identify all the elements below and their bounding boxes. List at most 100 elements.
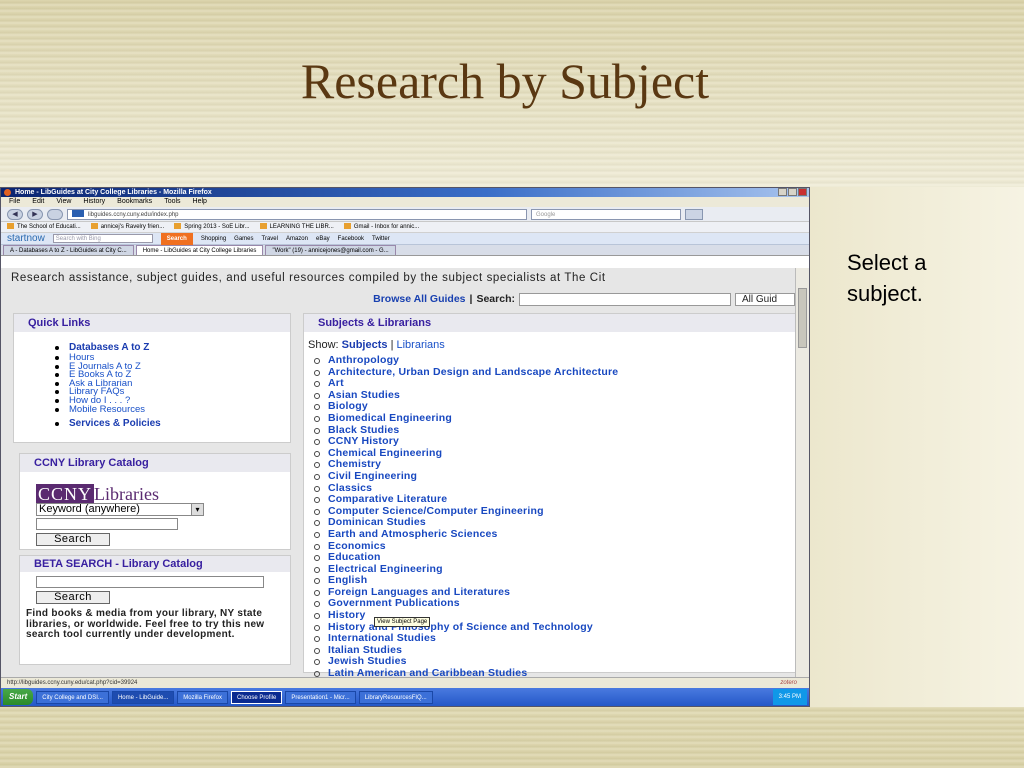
- close-icon[interactable]: [798, 188, 807, 196]
- subject-link[interactable]: Economics: [314, 540, 795, 553]
- search-label: Search:: [476, 293, 515, 305]
- minimize-icon[interactable]: [778, 188, 787, 196]
- beta-search-description: Find books & media from your library, NY…: [26, 608, 265, 640]
- subject-link[interactable]: CCNY History: [314, 436, 795, 448]
- home-icon[interactable]: [685, 208, 703, 220]
- slide-title: Research by Subject: [300, 53, 710, 109]
- taskbar-item[interactable]: Mozilla Firefox: [177, 690, 228, 704]
- catalog-title: CCNY Library Catalog: [20, 454, 290, 472]
- beta-search-box: BETA SEARCH - Library Catalog Search Fin…: [19, 555, 291, 665]
- quick-link-databases[interactable]: Databases A to Z: [55, 342, 290, 354]
- forward-button[interactable]: ▶: [27, 208, 43, 220]
- all-guides-select[interactable]: All Guid: [735, 292, 795, 306]
- catalog-search-button[interactable]: Search: [36, 533, 110, 546]
- beta-search-button[interactable]: Search: [36, 591, 110, 604]
- bookmark-item[interactable]: Gmail - Inbox for annic...: [344, 222, 419, 232]
- tab-databases[interactable]: A - Databases A to Z - LibGuides at City…: [3, 245, 134, 255]
- taskbar-item[interactable]: Choose Profile: [230, 690, 283, 704]
- subject-link[interactable]: Chemical Engineering: [314, 447, 795, 460]
- bookmark-item[interactable]: annicej's Ravelry frien...: [91, 222, 165, 232]
- guide-search-bar: Browse All Guides | Search: All Guid: [1, 290, 795, 308]
- subject-link[interactable]: Earth and Atmospheric Sciences: [314, 528, 795, 541]
- beta-search-input[interactable]: [36, 576, 264, 588]
- subject-link[interactable]: Electrical Engineering: [314, 563, 795, 576]
- page-scrollbar[interactable]: [795, 268, 809, 677]
- tab-bar: A - Databases A to Z - LibGuides at City…: [1, 245, 809, 256]
- startnow-search-input[interactable]: Search with Bing: [52, 234, 153, 243]
- site-favicon: [72, 210, 84, 218]
- startnow-toolbar: startnow Search with Bing Search Shoppin…: [1, 232, 809, 245]
- menu-bookmarks[interactable]: Bookmarks: [117, 197, 152, 207]
- maximize-icon[interactable]: [788, 188, 797, 196]
- menu-bar: File Edit View History Bookmarks Tools H…: [1, 197, 809, 207]
- catalog-search-input[interactable]: [36, 518, 178, 530]
- catalog-search-type-select[interactable]: Keyword (anywhere): [36, 503, 204, 516]
- quick-link-services[interactable]: Services & Policies: [55, 418, 290, 430]
- page-banner: Research assistance, subject guides, and…: [11, 272, 606, 284]
- subject-link[interactable]: Latin American and Caribbean Studies: [314, 667, 795, 677]
- startnow-search-button[interactable]: Search: [160, 232, 193, 245]
- quick-links-title: Quick Links: [14, 314, 290, 332]
- subject-link[interactable]: Asian Studies: [314, 389, 795, 402]
- guide-search-input[interactable]: [519, 292, 731, 306]
- subject-tooltip: View Subject Page: [374, 617, 431, 627]
- quick-links-box: Quick Links Databases A to Z Hours E Jou…: [13, 313, 291, 443]
- window-titlebar: Home - LibGuides at City College Librari…: [1, 188, 809, 197]
- subject-link[interactable]: Architecture, Urban Design and Landscape…: [314, 366, 795, 379]
- bookmark-item[interactable]: LEARNING THE LIBR...: [260, 222, 334, 232]
- scrollbar-thumb[interactable]: [798, 288, 807, 348]
- toolbar-link[interactable]: Shopping: [201, 233, 226, 245]
- taskbar-item[interactable]: LibraryResourcesFIQ...: [358, 690, 433, 704]
- show-filter: Show: Subjects | Librarians: [308, 339, 445, 351]
- toolbar-link[interactable]: eBay: [316, 233, 330, 245]
- browse-all-guides-link[interactable]: Browse All Guides: [373, 293, 465, 305]
- status-bar: http://libguides.ccny.cuny.edu/cat.php?c…: [1, 677, 809, 688]
- menu-tools[interactable]: Tools: [164, 197, 180, 207]
- toolbar-link[interactable]: Travel: [262, 233, 278, 245]
- catalog-box: CCNY Library Catalog CCNY Libraries Keywo…: [19, 453, 291, 550]
- show-subjects-link[interactable]: Subjects: [342, 339, 388, 351]
- menu-file[interactable]: File: [9, 197, 20, 207]
- start-button[interactable]: Start: [3, 689, 34, 705]
- toolbar-link[interactable]: Facebook: [338, 233, 364, 245]
- toolbar-link[interactable]: Twitter: [372, 233, 390, 245]
- tab-home[interactable]: Home - LibGuides at City College Librari…: [135, 245, 264, 255]
- page-content: Research assistance, subject guides, and…: [1, 268, 795, 677]
- url-bar[interactable]: libguides.ccny.cuny.edu/index.php: [67, 208, 527, 220]
- windows-taskbar: Start City College and DSI... Home - Lib…: [1, 688, 809, 706]
- subject-link[interactable]: Civil Engineering: [314, 470, 795, 483]
- subject-link[interactable]: Anthropology: [314, 354, 795, 367]
- subject-link[interactable]: Education: [314, 551, 795, 564]
- subjects-title: Subjects & Librarians: [304, 314, 795, 332]
- bookmark-item[interactable]: The School of Educati...: [7, 222, 81, 232]
- taskbar-item[interactable]: City College and DSI...: [36, 690, 109, 704]
- menu-help[interactable]: Help: [193, 197, 207, 207]
- subject-link[interactable]: Government Publications: [314, 598, 795, 610]
- browser-screenshot: Home - LibGuides at City College Librari…: [0, 187, 810, 707]
- taskbar-item[interactable]: Presentation1 - Micr...: [285, 690, 356, 704]
- window-title: Home - LibGuides at City College Librari…: [15, 189, 212, 196]
- url-text: libguides.ccny.cuny.edu/index.php: [88, 211, 179, 218]
- toolbar-link[interactable]: Amazon: [286, 233, 308, 245]
- browser-search-box[interactable]: Google: [531, 208, 681, 220]
- toolbar-link[interactable]: Games: [234, 233, 253, 245]
- quick-link-mobile[interactable]: Mobile Resources: [55, 405, 290, 415]
- taskbar-item[interactable]: Home - LibGuide...: [111, 690, 175, 704]
- system-clock: 3:45 PM: [772, 689, 807, 705]
- status-url: http://libguides.ccny.cuny.edu/cat.php?c…: [7, 680, 138, 686]
- startnow-logo: startnow: [7, 232, 45, 244]
- menu-view[interactable]: View: [56, 197, 71, 207]
- tab-gmail[interactable]: "Work" (19) - annicejones@gmail.com - G.…: [265, 245, 396, 255]
- menu-edit[interactable]: Edit: [32, 197, 44, 207]
- subject-link[interactable]: Comparative Literature: [314, 494, 795, 506]
- firefox-icon: [4, 189, 11, 196]
- beta-search-title: BETA SEARCH - Library Catalog: [20, 556, 290, 572]
- subject-link[interactable]: Biomedical Engineering: [314, 412, 795, 425]
- bookmark-item[interactable]: Spring 2013 - SoE Libr...: [174, 222, 249, 232]
- menu-history[interactable]: History: [83, 197, 105, 207]
- back-button[interactable]: ◀: [7, 208, 23, 220]
- reload-button[interactable]: [47, 208, 63, 220]
- subjects-box: Subjects & Librarians Show: Subjects | L…: [303, 313, 795, 677]
- slide-note: Select a subject.: [847, 250, 927, 306]
- show-librarians-link[interactable]: Librarians: [396, 339, 444, 351]
